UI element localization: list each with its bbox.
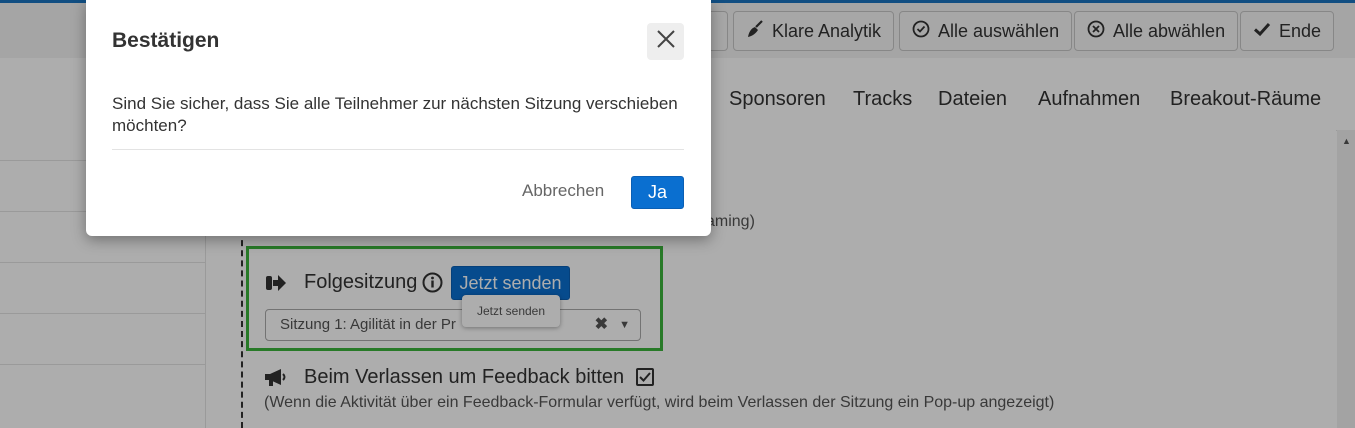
dialog-title: Bestätigen bbox=[112, 29, 220, 52]
confirm-label: Ja bbox=[647, 182, 667, 202]
confirm-button[interactable]: Ja bbox=[631, 176, 684, 209]
close-button[interactable] bbox=[647, 23, 684, 60]
cancel-button[interactable]: Abbrechen bbox=[522, 181, 604, 201]
dialog-message: Sind Sie sicher, dass Sie alle Teilnehme… bbox=[112, 94, 678, 135]
close-icon bbox=[656, 30, 675, 53]
confirm-dialog: Bestätigen Sind Sie sicher, dass Sie all… bbox=[86, 0, 711, 236]
dialog-divider bbox=[112, 149, 684, 150]
